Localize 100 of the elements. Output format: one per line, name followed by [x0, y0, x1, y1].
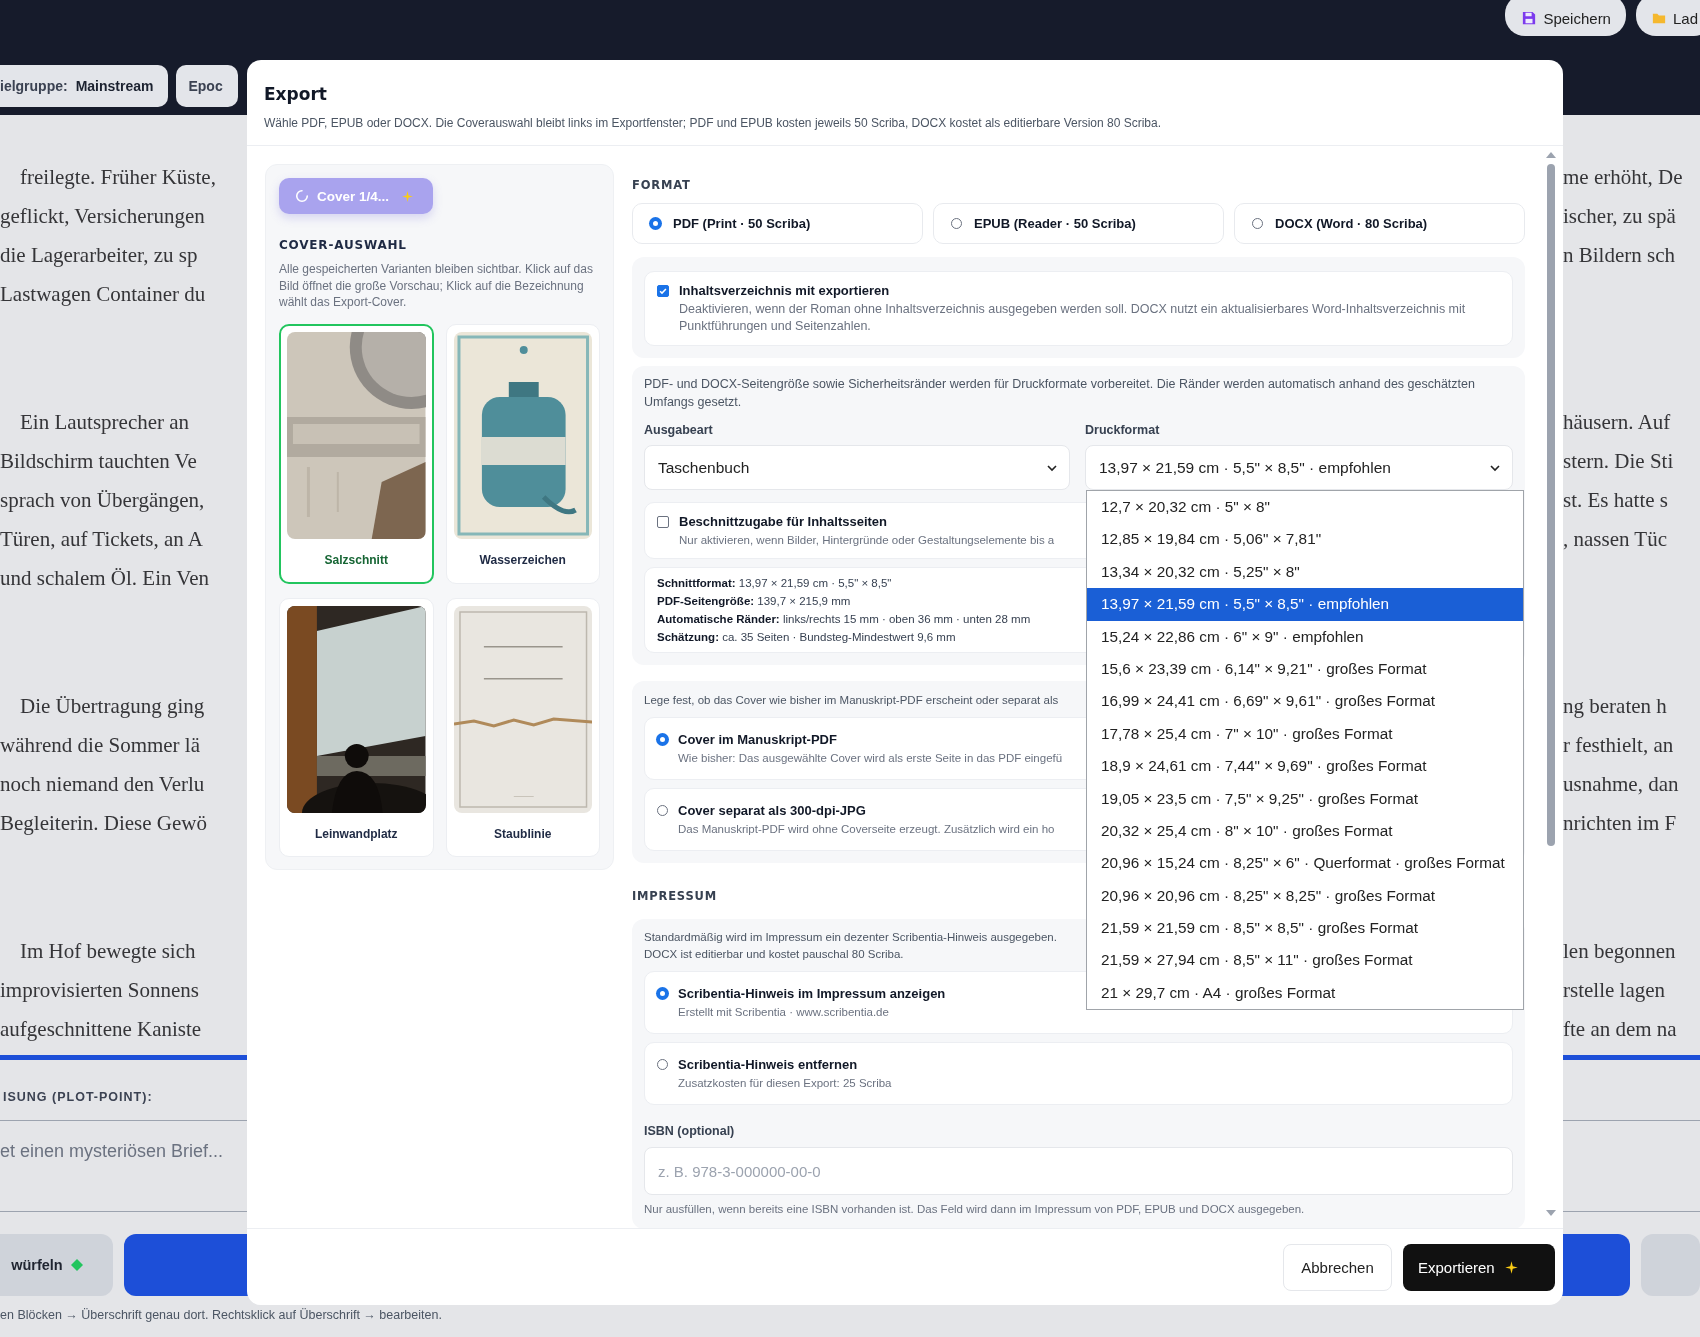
option-label: Cover im Manuskript-PDF — [678, 731, 837, 749]
cover-title[interactable]: Leinwandplatz — [287, 812, 426, 856]
scroll-up-icon[interactable] — [1546, 152, 1556, 158]
manuscript-line: und schalem Öl. Ein Ven — [0, 566, 210, 591]
checkbox[interactable] — [657, 516, 669, 528]
dropdown-option[interactable]: 20,96 × 20,96 cm · 8,25" × 8,25" · großes Format — [1087, 879, 1523, 913]
radio-button[interactable] — [657, 988, 668, 999]
chip-value: Mainstream — [75, 78, 154, 94]
manuscript-line: me erhöht, De — [1563, 165, 1684, 190]
format-option[interactable]: EPUB (Reader · 50 Scriba) — [933, 203, 1224, 244]
dropdown-option[interactable]: 12,7 × 20,32 cm · 5" × 8" — [1087, 491, 1523, 524]
manuscript-line: st. Es hatte s — [1563, 488, 1669, 513]
section-description: Standardmäßig wird im Impressum ein dezenter Scribentia-Hinweis ausgegeben. — [644, 930, 1057, 945]
radio-button[interactable] — [951, 218, 962, 229]
cover-card[interactable]: Salzschnitt — [279, 323, 434, 584]
option-description: Wie bisher: Das ausgewählte Cover wird als erste Seite in das PDF eingefü — [678, 751, 1063, 766]
manuscript-line: ischer, zu spä — [1563, 204, 1677, 229]
manuscript-line: geflickt, Versicherungen — [0, 204, 206, 229]
field-label: Druckformat — [1085, 422, 1161, 438]
sparkle-icon — [401, 189, 415, 203]
cover-title[interactable]: Staublinie — [453, 812, 592, 856]
manuscript-line: rstelle lagen — [1563, 978, 1667, 1003]
manuscript-line: len begonnen — [1563, 939, 1677, 964]
chip-label: Epoc — [188, 78, 223, 94]
cover-card[interactable]: Staublinie — [445, 597, 600, 857]
manuscript-line: Die Übertragung ging — [19, 694, 206, 719]
chip-label: ielgruppe: — [0, 78, 68, 94]
option-label: PDF (Print · 50 Scriba) — [673, 216, 811, 231]
manuscript-line: freilegte. Früher Küste, — [19, 165, 217, 190]
manuscript-line: Lastwagen Container du — [0, 282, 207, 307]
manuscript-line: aufgeschnittene Kaniste — [0, 1017, 203, 1042]
option-description: Deaktivieren, wenn der Roman ohne Inhaltsverzeichnis ausgegeben werden soll. DOCX nutzt ein aktualisierbares Word-Inhaltsverzeichnis mit Punktführungen und Seitenzahlen. — [679, 301, 1467, 335]
load-button[interactable]: Lad — [1635, 0, 1700, 36]
section-heading: FORMAT — [632, 177, 691, 194]
radio-button[interactable] — [657, 805, 668, 816]
cover-title[interactable]: Wasserzeichen — [453, 538, 592, 582]
dropdown-option[interactable]: 20,32 × 25,4 cm · 8" × 10" · großes Format — [1087, 814, 1523, 848]
field-label: Ausgabeart — [644, 422, 714, 438]
manuscript-line: usnahme, dan — [1563, 772, 1680, 797]
manuscript-line: die Lagerarbeiter, zu sp — [0, 243, 199, 268]
manuscript-line: Bildschirm tauchten Ve — [0, 449, 198, 474]
filter-chip[interactable]: Epoc — [176, 65, 238, 107]
dropdown-option[interactable]: 21,59 × 27,94 cm · 8,5" × 11" · großes Format — [1087, 944, 1523, 977]
option-description: Nur aktivieren, wenn Bilder, Hintergründe oder Gestaltungselemente bis a — [679, 533, 1055, 548]
dropdown-option[interactable]: 21 × 29,7 cm · A4 · großes Format — [1087, 976, 1523, 1010]
print-format-select[interactable]: 13,97 × 21,59 cm · 5,5" × 8,5" · empfohlen — [1085, 445, 1513, 490]
cover-card[interactable]: Wasserzeichen — [445, 323, 600, 584]
sparkle-icon — [1503, 1259, 1519, 1275]
field-label: ISUNG (PLOT-POINT): — [2, 1090, 153, 1106]
dropdown-option[interactable]: 20,96 × 15,24 cm · 8,25" × 6" · Querformat · großes Format — [1087, 847, 1523, 880]
radio-button[interactable] — [657, 1059, 668, 1070]
option-label: EPUB (Reader · 50 Scriba) — [974, 216, 1136, 231]
isbn-field[interactable]: z. B. 978-3-000000-00-0 — [644, 1147, 1513, 1195]
dropdown-option[interactable]: 18,9 × 24,61 cm · 7,44" × 9,69" · großes Format — [1087, 750, 1523, 783]
radio-button[interactable] — [650, 218, 661, 229]
manuscript-line: n Bildern sch — [1563, 243, 1676, 268]
dropdown-option[interactable]: 15,6 × 23,39 cm · 6,14" × 9,21" · großes Format — [1087, 652, 1523, 686]
manuscript-line: Begleiterin. Diese Gewö — [0, 811, 209, 836]
output-type-select[interactable]: Taschenbuch — [644, 445, 1070, 490]
dropdown-option[interactable]: 15,24 × 22,86 cm · 6" × 9" · empfohlen — [1087, 620, 1523, 653]
info-line: Schätzung: ca. 35 Seiten · Bundsteg-Mindestwert 9,6 mm — [657, 630, 956, 645]
dropdown-option[interactable]: 17,78 × 25,4 cm · 7" × 10" · großes Format — [1087, 717, 1523, 751]
manuscript-line: nrichten im F — [1563, 811, 1678, 836]
radio-button[interactable] — [657, 734, 668, 745]
floppy-icon — [1522, 11, 1537, 25]
option-description: Erstellt mit Scribentia · www.scribentia.de — [678, 1005, 889, 1020]
dropdown-option[interactable]: 13,34 × 20,32 cm · 5,25" × 8" — [1087, 555, 1523, 589]
scroll-down-icon[interactable] — [1546, 1210, 1556, 1216]
option-label: Scribentia-Hinweis entfernen — [678, 1056, 858, 1074]
section-heading: IMPRESSUM — [632, 888, 717, 905]
roll-button[interactable]: würfeln — [0, 1234, 113, 1296]
section-description: Lege fest, ob das Cover wie bisher im Manuskript-PDF erscheint oder separat als — [644, 693, 1059, 708]
folder-icon — [1651, 11, 1666, 25]
field-label: ISBN (optional) — [644, 1123, 736, 1139]
dropdown-option[interactable]: 21,59 × 21,59 cm · 8,5" × 8,5" · großes Format — [1087, 912, 1523, 945]
manuscript-line: , nassen Tüc — [1563, 527, 1668, 552]
filter-chip[interactable]: ielgruppe: Mainstream — [0, 65, 169, 107]
format-option[interactable]: PDF (Print · 50 Scriba) — [632, 203, 923, 244]
dropdown-option[interactable]: 13,97 × 21,59 cm · 5,5" × 8,5" · empfohlen — [1087, 588, 1523, 621]
format-option[interactable]: DOCX (Word · 80 Scriba) — [1234, 203, 1525, 244]
hint-text: en Blöcken → Überschrift genau dort. Rechtsklick auf Überschrift → bearbeiten. — [0, 1308, 443, 1322]
field-hint: Nur ausfüllen, wenn bereits eine ISBN vorhanden ist. Das Feld wird dann im Impressum von PDF, EPUB und DOCX ausgegeben. — [644, 1202, 1306, 1217]
option-label: DOCX (Word · 80 Scriba) — [1275, 216, 1428, 231]
cancel-button[interactable]: Abbrechen — [1283, 1243, 1392, 1291]
scroll-thumb[interactable] — [1547, 164, 1555, 846]
radio-button[interactable] — [1252, 218, 1263, 229]
dialog-description: Wähle PDF, EPUB oder DOCX. Die Coverauswahl bleibt links im Exportfenster; PDF und EPUB kosten jeweils 50 Scriba, DOCX kostet als editierbare Version 80 Scriba. — [264, 116, 1163, 130]
dropdown-option[interactable]: 12,85 × 19,84 cm · 5,06" × 7,81" — [1087, 523, 1523, 556]
export-button[interactable]: Exportieren — [1403, 1243, 1555, 1291]
manuscript-line: Ein Lautsprecher an — [19, 410, 191, 435]
manuscript-line: noch niemand den Verlu — [0, 772, 206, 797]
save-button[interactable]: Speichern — [1505, 0, 1626, 36]
manuscript-line: Im Hof bewegte sich — [19, 939, 197, 964]
cover-title[interactable]: Salzschnitt — [287, 538, 426, 582]
dropdown-option[interactable]: 16,99 × 24,41 cm · 6,69" × 9,61" · großes Format — [1087, 685, 1523, 718]
cover-card[interactable]: Leinwandplatz — [279, 597, 434, 857]
option-label: Beschnittzugabe für Inhaltsseiten — [679, 513, 888, 531]
checkbox[interactable] — [657, 285, 669, 297]
section-description: Alle gespeicherten Varianten bleiben sichtbar. Klick auf das Bild öffnet die große Vorschau; Klick auf die Bezeichnung wählt das Export-Cover. — [279, 261, 594, 311]
dropdown-option[interactable]: 19,05 × 23,5 cm · 7,5" × 9,25" · großes Format — [1087, 782, 1523, 815]
